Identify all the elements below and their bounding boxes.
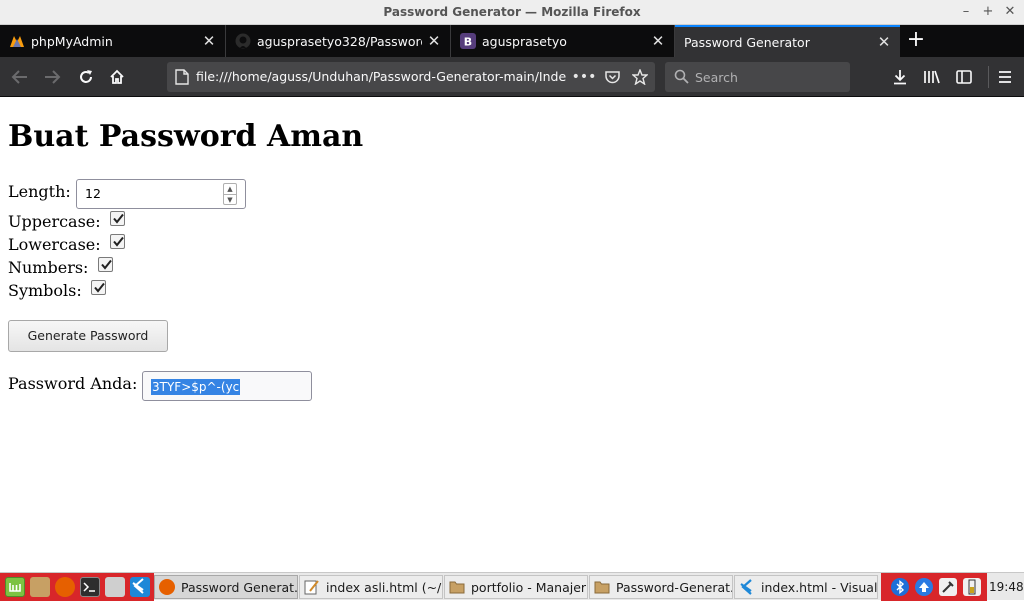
close-tab-icon[interactable]: ✕ [422,32,446,50]
firefox-launcher-icon[interactable] [55,577,75,597]
tab-bar: phpMyAdmin ✕ agusprasetyo328/Password-Ge… [0,25,1024,57]
text-editor-launcher-icon[interactable] [105,577,125,597]
taskbar-item-text-editor[interactable]: index asli.html (~/D... [299,575,443,599]
tab-phpmyadmin[interactable]: phpMyAdmin ✕ [0,25,226,57]
close-tab-icon[interactable]: ✕ [197,32,221,50]
reload-icon[interactable] [74,65,98,89]
hamburger-menu-icon[interactable] [993,65,1017,89]
lowercase-label: Lowercase: [8,235,101,254]
update-manager-icon[interactable] [915,578,933,596]
tab-label: agusprasetyo [482,33,567,49]
search-input[interactable] [695,68,845,86]
minimize-icon[interactable]: – [958,2,974,22]
page-icon [175,69,189,89]
symbols-checkbox[interactable] [91,280,106,295]
window-titlebar: Password Generator — Mozilla Firefox – +… [0,0,1024,25]
password-output-field[interactable]: 3TYF>$p^-(yc [142,371,312,401]
taskbar-item-label: index.html - Visual ... [761,579,877,595]
maximize-icon[interactable]: + [980,2,996,22]
bookmark-star-icon[interactable] [629,66,651,88]
tab-label: phpMyAdmin [31,33,113,49]
launcher-area [0,573,154,601]
taskbar-item-label: portfolio - Manajer ... [471,579,587,595]
taskbar-item-firefox[interactable]: Password Generat... [154,575,298,599]
close-tab-icon[interactable]: ✕ [646,32,670,50]
clock: 19:48 [989,580,1024,594]
tab-github[interactable]: agusprasetyo328/Password-Generator ✕ [226,25,451,57]
taskbar-item-file-manager[interactable]: portfolio - Manajer ... [444,575,588,599]
folder-icon [449,579,465,595]
length-label: Length: [8,182,71,201]
bluetooth-icon[interactable] [891,578,909,596]
taskbar-item-label: Password Generat... [181,579,297,595]
taskbar-item-label: Password-Generat... [616,579,732,595]
vscode-icon [739,579,755,595]
terminal-icon[interactable] [80,577,100,597]
phpmyadmin-icon [9,33,25,49]
password-value[interactable]: 3TYF>$p^-(yc [151,379,241,395]
numbers-checkbox[interactable] [98,257,113,272]
uppercase-checkbox[interactable] [110,211,125,226]
firefox-icon [159,579,175,595]
close-tab-icon[interactable]: ✕ [872,33,896,51]
system-tray [881,573,987,601]
symbols-label: Symbols: [8,281,82,300]
pocket-icon[interactable] [601,66,623,88]
search-bar[interactable] [665,62,850,92]
tab-password-generator[interactable]: Password Generator ✕ [675,25,900,57]
chevron-down-icon[interactable]: ▼ [224,194,236,205]
search-icon [674,69,689,88]
window-title: Password Generator — Mozilla Firefox [383,5,641,19]
length-stepper[interactable]: ▲ ▼ [223,183,237,205]
url-bar[interactable]: file:///home/aguss/Unduhan/Password-Gene… [167,62,655,92]
files-icon[interactable] [30,577,50,597]
battery-icon[interactable] [963,578,981,596]
password-label: Password Anda: [8,374,138,393]
tab-agusprasetyo[interactable]: B agusprasetyo ✕ [451,25,675,57]
home-icon[interactable] [105,65,129,89]
taskbar: Password Generat... index asli.html (~/D… [0,572,1024,601]
taskbar-item-label: index asli.html (~/D... [326,579,442,595]
tab-label: Password Generator [684,34,810,50]
mint-menu-icon[interactable] [5,577,25,597]
svg-text:B: B [464,36,472,49]
bootstrap-icon: B [460,33,476,49]
forward-icon[interactable] [40,65,64,89]
generate-password-button[interactable]: Generate Password [8,320,168,352]
downloads-icon[interactable] [888,65,912,89]
page-content: Buat Password Aman Length: ▲ ▼ Uppercase… [0,98,1024,572]
length-input[interactable]: ▲ ▼ [76,179,246,209]
new-tab-icon[interactable]: + [902,25,930,57]
toolbar-separator [988,66,989,88]
network-icon[interactable] [939,578,957,596]
length-value[interactable] [85,186,215,201]
page-actions-icon[interactable]: ••• [572,66,597,88]
page-title: Buat Password Aman [8,119,364,154]
uppercase-label: Uppercase: [8,212,101,231]
taskbar-item-vscode[interactable]: index.html - Visual ... [734,575,878,599]
back-icon[interactable] [8,65,32,89]
sidebar-icon[interactable] [952,65,976,89]
folder-icon [594,579,610,595]
library-icon[interactable] [920,65,944,89]
text-editor-icon [304,579,320,595]
chevron-up-icon[interactable]: ▲ [224,184,236,194]
close-window-icon[interactable]: ✕ [1002,2,1018,22]
taskbar-item-file-manager-2[interactable]: Password-Generat... [589,575,733,599]
navigation-toolbar: file:///home/aguss/Unduhan/Password-Gene… [0,57,1024,97]
numbers-label: Numbers: [8,258,89,277]
lowercase-checkbox[interactable] [110,234,125,249]
url-text[interactable]: file:///home/aguss/Unduhan/Password-Gene… [196,69,566,84]
github-icon [235,33,251,49]
vscode-launcher-icon[interactable] [130,577,150,597]
tab-label: agusprasetyo328/Password-Generator [257,33,422,49]
